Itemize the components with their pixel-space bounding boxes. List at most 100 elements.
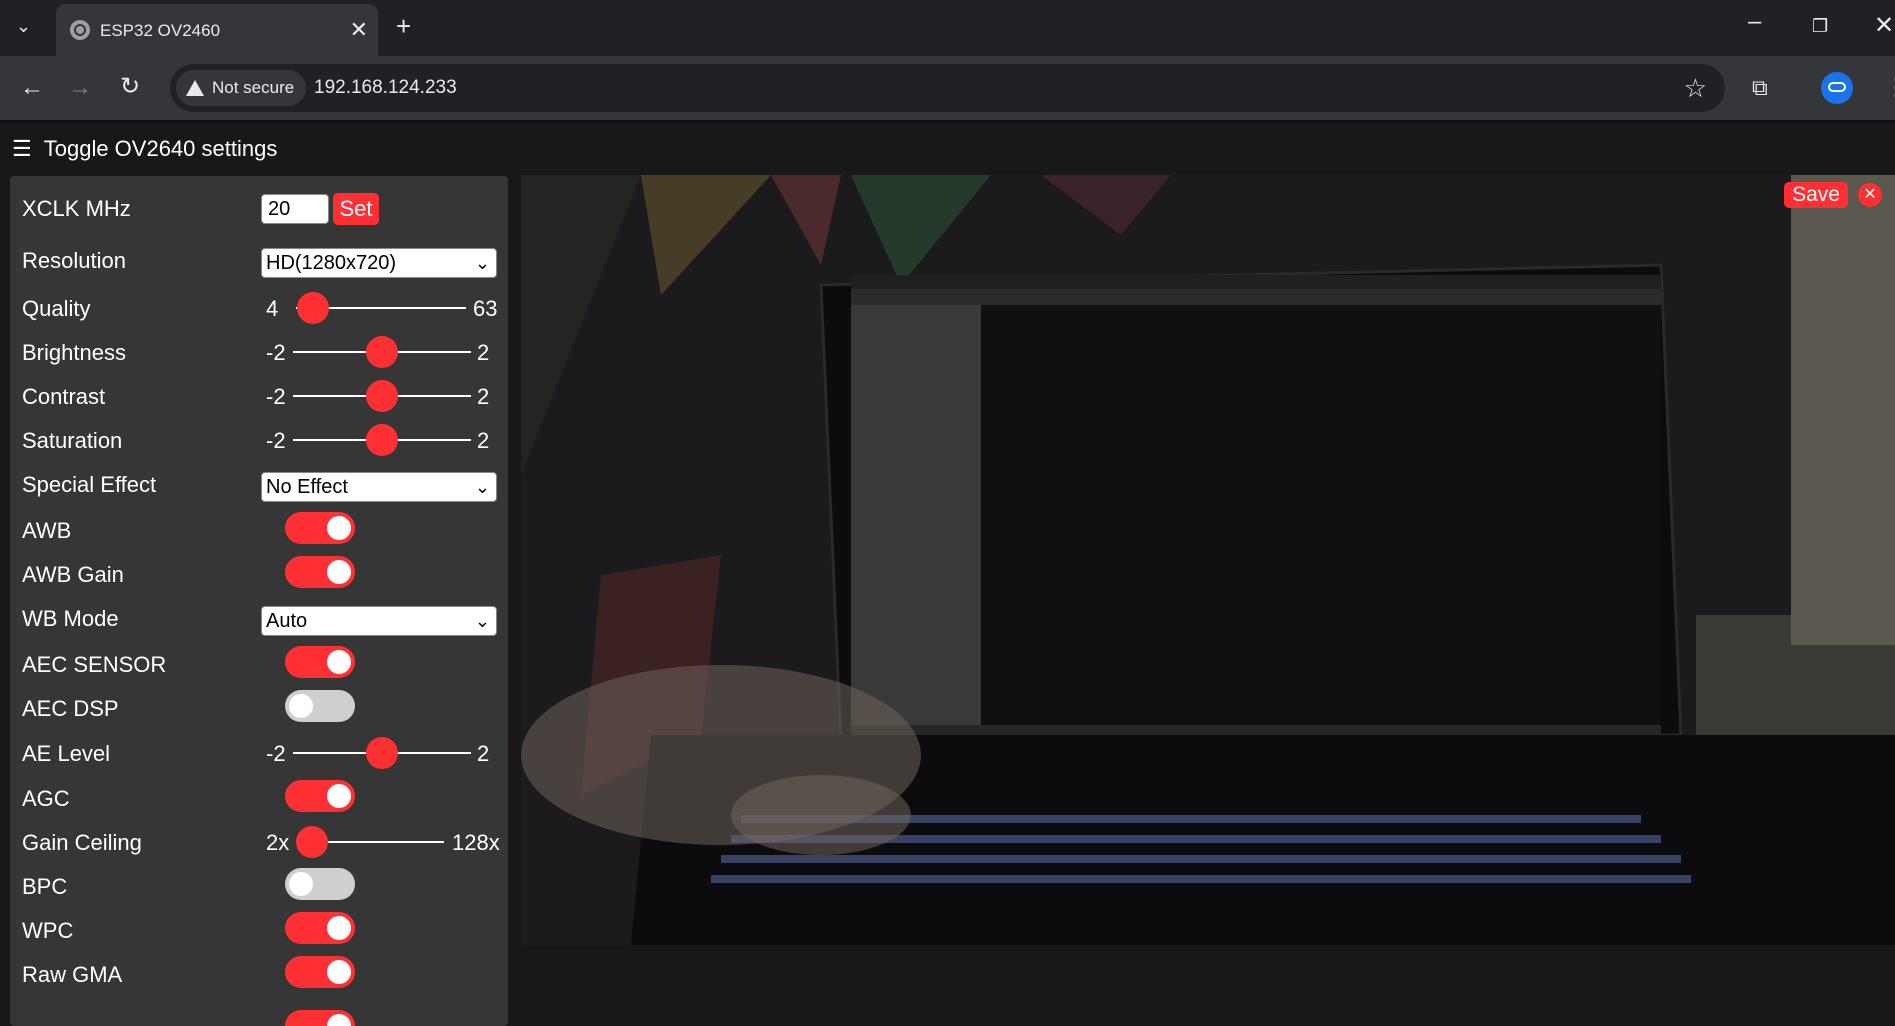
awb-toggle[interactable] [285,512,355,544]
bookmark-star-icon[interactable]: ☆ [1684,73,1707,104]
ae-level-label: AE Level [22,741,111,766]
contrast-slider-thumb[interactable] [366,380,398,412]
ae-level-min: -2 [266,741,286,766]
wpc-label: WPC [22,918,74,943]
quality-slider-thumb[interactable] [297,292,330,324]
hamburger-icon: ☰ [12,136,32,161]
brightness-slider-thumb[interactable] [366,336,398,368]
saturation-row: Saturation -2 2 [10,422,508,462]
special-effect-row: Special Effect No Effect ⌄ [10,472,508,512]
special-effect-select[interactable]: No Effect ⌄ [261,472,497,502]
close-stream-icon[interactable]: ✕ [1858,183,1882,207]
agc-row: AGC [10,780,508,820]
settings-toggle[interactable]: ☰ Toggle OV2640 settings [12,136,277,162]
aec-sensor-label: AEC SENSOR [22,652,167,677]
wpc-toggle[interactable] [285,912,355,944]
contrast-label: Contrast [22,384,106,409]
saturation-max: 2 [477,428,490,453]
minimize-icon[interactable]: – [1748,10,1761,34]
saturation-min: -2 [266,428,286,453]
resolution-row: Resolution HD(1280x720) ⌄ [10,248,508,288]
reload-icon[interactable]: ↻ [120,75,140,99]
aec-sensor-row: AEC SENSOR [10,646,508,686]
saturation-label: Saturation [22,428,123,453]
security-chip[interactable]: Not secure [176,70,307,106]
chevron-down-icon: ⌄ [474,611,490,631]
profile-avatar-icon[interactable] [1821,72,1853,104]
address-bar[interactable]: Not secure 192.168.124.233 ☆ [170,64,1725,112]
stream-image [521,175,1895,945]
chevron-down-icon: ⌄ [474,253,490,273]
warning-icon [186,80,204,96]
xclk-input[interactable]: 20 [261,194,329,224]
xclk-row: XCLK MHz 20 Set [10,193,508,234]
awb-row: AWB [10,512,508,552]
aec-dsp-label: AEC DSP [22,696,119,721]
awb-gain-toggle[interactable] [285,556,355,588]
new-tab-icon[interactable]: + [396,13,411,39]
settings-panel: XCLK MHz 20 Set Resolution HD(1280x720) ⌄… [10,176,508,1026]
url-text[interactable]: 192.168.124.233 [314,77,457,99]
lens-correction-toggle[interactable] [285,1010,355,1026]
gain-ceiling-label: Gain Ceiling [22,830,142,855]
window-close-icon[interactable]: ✕ [1874,14,1894,38]
awb-gain-row: AWB Gain [10,556,508,596]
raw-gma-row: Raw GMA [10,956,508,996]
tab-title: ESP32 OV2460 [100,21,221,40]
restore-icon[interactable]: ❐ [1812,14,1828,38]
tab-search-chevron-icon[interactable]: ⌄ [16,14,31,38]
browser-toolbar: ← → ↻ Not secure 192.168.124.233 ☆ ⧉ ⋮ [0,56,1895,120]
tab-close-icon[interactable]: ✕ [350,17,368,43]
security-label: Not secure [212,78,295,97]
wb-mode-label: WB Mode [22,606,119,631]
agc-toggle[interactable] [285,780,355,812]
ae-level-slider-thumb[interactable] [366,737,398,769]
chevron-down-icon: ⌄ [474,477,490,497]
ae-level-row: AE Level -2 2 [10,735,508,775]
gain-ceiling-min: 2x [266,830,290,855]
globe-icon [70,20,90,40]
save-button[interactable]: Save [1784,182,1848,208]
settings-toggle-label: Toggle OV2640 settings [43,136,278,161]
xclk-set-button[interactable]: Set [333,193,379,225]
browser-tab[interactable]: ESP32 OV2460 ✕ [56,4,378,56]
aec-sensor-toggle[interactable] [285,646,355,678]
raw-gma-label: Raw GMA [22,962,123,987]
saturation-slider-thumb[interactable] [366,424,398,456]
gain-ceiling-slider-thumb[interactable] [296,826,328,858]
wpc-row: WPC [10,912,508,952]
brightness-max: 2 [477,340,490,365]
resolution-select[interactable]: HD(1280x720) ⌄ [261,248,497,278]
brightness-min: -2 [266,340,286,365]
quality-max: 63 [473,296,498,321]
browser-tab-bar: ⌄ ESP32 OV2460 ✕ + – ❐ ✕ [0,0,1895,56]
xclk-label: XCLK MHz [22,196,131,221]
aec-dsp-row: AEC DSP [10,690,508,730]
quality-label: Quality [22,296,91,321]
quality-min: 4 [266,296,279,321]
resolution-label: Resolution [22,248,126,273]
brightness-row: Brightness -2 2 [10,334,508,374]
contrast-max: 2 [477,384,490,409]
ae-level-max: 2 [477,741,490,766]
awb-gain-label: AWB Gain [22,562,124,587]
aec-dsp-toggle[interactable] [285,690,355,722]
bpc-toggle[interactable] [285,868,355,900]
agc-label: AGC [22,786,70,811]
forward-icon[interactable]: → [68,76,92,100]
raw-gma-toggle[interactable] [285,956,355,988]
gain-ceiling-slider[interactable] [312,841,444,843]
contrast-min: -2 [266,384,286,409]
bpc-row: BPC [10,868,508,908]
gain-ceiling-row: Gain Ceiling 2x 128x [10,824,508,864]
special-effect-label: Special Effect [22,472,157,497]
more-menu-icon[interactable]: ⋮ [1884,76,1895,100]
back-icon[interactable]: ← [20,76,44,100]
wb-mode-select[interactable]: Auto ⌄ [261,606,497,636]
gain-ceiling-max: 128x [452,830,500,855]
awb-label: AWB [22,518,72,543]
extensions-icon[interactable]: ⧉ [1752,76,1768,100]
page-body: ☰ Toggle OV2640 settings XCLK MHz 20 Set… [0,120,1895,1026]
wb-mode-row: WB Mode Auto ⌄ [10,606,508,646]
bpc-label: BPC [22,874,68,899]
